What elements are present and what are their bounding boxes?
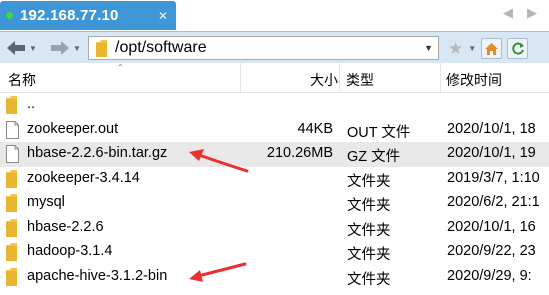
tab-bar: 192.168.77.10 ✕ ◀ ▶ bbox=[0, 0, 549, 31]
home-icon bbox=[485, 42, 499, 55]
table-row[interactable]: zookeeper-3.4.14 文件夹 2019/3/7, 1:10 bbox=[0, 167, 549, 192]
file-name: zookeeper-3.4.14 bbox=[27, 169, 140, 186]
file-modified: 2020/10/1, 16 bbox=[447, 218, 536, 235]
chevron-down-icon[interactable]: ▼ bbox=[424, 43, 433, 53]
file-name: hadoop-3.1.4 bbox=[27, 243, 113, 259]
file-modified: 2020/10/1, 18 bbox=[447, 120, 536, 137]
path-input[interactable]: /opt/software ▼ bbox=[88, 36, 439, 60]
connection-status-icon bbox=[6, 12, 13, 19]
column-divider[interactable] bbox=[339, 63, 340, 93]
tab-title: 192.168.77.10 bbox=[20, 7, 119, 24]
folder-icon bbox=[6, 267, 17, 286]
tab-scroll-right-icon[interactable]: ▶ bbox=[527, 5, 537, 21]
table-row[interactable]: mysql 文件夹 2020/6/2, 21:1 bbox=[0, 191, 549, 216]
column-header-name[interactable]: 名称 bbox=[8, 70, 36, 90]
forward-button[interactable]: ▼ bbox=[50, 39, 81, 57]
file-type: 文件夹 bbox=[347, 247, 391, 263]
column-header-size[interactable]: 大小 bbox=[310, 70, 338, 90]
file-modified: 2020/10/1, 19 bbox=[447, 145, 536, 161]
table-row[interactable]: hadoop-3.1.4 文件夹 2020/9/22, 23 bbox=[0, 240, 549, 265]
table-row[interactable]: hbase-2.2.6 文件夹 2020/10/1, 16 bbox=[0, 216, 549, 241]
arrow-right-icon bbox=[51, 41, 69, 55]
file-name: zookeeper.out bbox=[27, 120, 119, 137]
tab-scroll-controls: ◀ ▶ bbox=[503, 5, 537, 21]
file-type: 文件夹 bbox=[347, 222, 391, 239]
column-divider[interactable] bbox=[240, 63, 241, 93]
file-type: 文件夹 bbox=[347, 198, 391, 214]
file-modified: 2019/3/7, 1:10 bbox=[447, 169, 540, 186]
forward-history-dropdown-icon[interactable]: ▼ bbox=[73, 44, 81, 53]
file-name: mysql bbox=[27, 194, 65, 210]
refresh-button[interactable] bbox=[507, 38, 529, 59]
tab-scroll-left-icon[interactable]: ◀ bbox=[503, 5, 513, 21]
folder-icon bbox=[6, 96, 17, 114]
file-size: 44KB bbox=[297, 120, 333, 137]
address-tools: ★ ▼ bbox=[448, 38, 529, 59]
file-name: hbase-2.2.6-bin.tar.gz bbox=[27, 145, 168, 161]
session-tab[interactable]: 192.168.77.10 ✕ bbox=[0, 1, 176, 30]
home-button[interactable] bbox=[481, 38, 503, 59]
file-icon bbox=[6, 145, 19, 163]
bookmark-dropdown-icon[interactable]: ▼ bbox=[468, 44, 476, 53]
file-type: OUT 文件 bbox=[347, 124, 411, 141]
path-text: /opt/software bbox=[115, 39, 207, 56]
column-header-modified[interactable]: 修改时间 bbox=[446, 70, 502, 90]
folder-icon bbox=[6, 243, 17, 261]
close-icon[interactable]: ✕ bbox=[158, 9, 168, 23]
file-type: 文件夹 bbox=[347, 173, 391, 190]
file-type: 文件夹 bbox=[347, 271, 391, 288]
file-icon bbox=[6, 120, 19, 139]
file-modified: 2020/9/29, 9: bbox=[447, 267, 532, 284]
folder-icon bbox=[6, 169, 17, 188]
table-row[interactable]: .. bbox=[0, 93, 549, 118]
back-button[interactable]: ▼ bbox=[6, 39, 37, 57]
file-list-header: ⌃ 名称 大小 类型 修改时间 bbox=[0, 63, 549, 93]
file-name: apache-hive-3.1.2-bin bbox=[27, 267, 168, 284]
file-type: GZ 文件 bbox=[347, 149, 401, 165]
file-name: hbase-2.2.6 bbox=[27, 218, 104, 235]
file-name: .. bbox=[27, 96, 36, 112]
sort-indicator-icon: ⌃ bbox=[117, 63, 124, 72]
column-header-type[interactable]: 类型 bbox=[346, 70, 374, 90]
table-row[interactable]: zookeeper.out 44KB OUT 文件 2020/10/1, 18 bbox=[0, 118, 549, 143]
address-toolbar: ▼ ▼ /opt/software ▼ ★ ▼ bbox=[0, 31, 549, 63]
folder-icon bbox=[6, 218, 17, 237]
file-modified: 2020/6/2, 21:1 bbox=[447, 194, 540, 210]
file-list: .. zookeeper.out 44KB OUT 文件 2020/10/1, … bbox=[0, 93, 549, 289]
folder-icon bbox=[6, 194, 17, 212]
file-modified: 2020/9/22, 23 bbox=[447, 243, 536, 259]
back-history-dropdown-icon[interactable]: ▼ bbox=[29, 44, 37, 53]
table-row-selected[interactable]: hbase-2.2.6-bin.tar.gz 210.26MB GZ 文件 20… bbox=[0, 142, 549, 167]
folder-icon bbox=[96, 39, 107, 57]
column-divider[interactable] bbox=[440, 63, 441, 93]
file-size: 210.26MB bbox=[266, 145, 333, 161]
bookmark-star-icon[interactable]: ★ bbox=[448, 39, 463, 59]
arrow-left-icon bbox=[7, 41, 25, 55]
refresh-icon bbox=[511, 42, 524, 54]
table-row[interactable]: apache-hive-3.1.2-bin 文件夹 2020/9/29, 9: bbox=[0, 265, 549, 290]
